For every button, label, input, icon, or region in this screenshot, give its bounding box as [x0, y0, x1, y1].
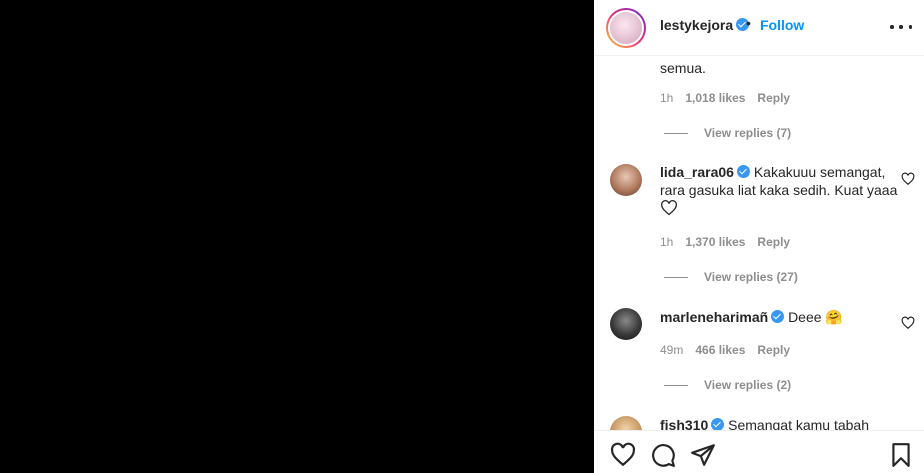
comment-text: Deee [788, 309, 822, 325]
post-header: lestykejora • Follow [594, 0, 924, 56]
action-bar [594, 430, 924, 473]
view-replies-button[interactable]: View replies (27) [664, 270, 798, 284]
comment-meta: 1h 1,018 likes Reply [660, 91, 790, 105]
verified-badge-icon [736, 165, 750, 178]
commenter-username[interactable]: lida_rara06 [660, 164, 734, 180]
comments-list[interactable]: semua. 1h 1,018 likes Reply View replies… [594, 57, 924, 430]
reply-button[interactable]: Reply [757, 91, 790, 105]
reply-button[interactable]: Reply [757, 343, 790, 357]
view-replies-label: View replies (27) [704, 270, 798, 284]
comment-text: semua. [660, 60, 706, 76]
post-sidebar: lestykejora • Follow semua. 1h 1,018 lik… [594, 0, 924, 473]
comment-body: marleneharimañ Deee 🤗 [660, 308, 900, 326]
reply-button[interactable]: Reply [757, 235, 790, 249]
view-replies-button[interactable]: View replies (2) [664, 378, 791, 392]
view-replies-label: View replies (2) [704, 378, 792, 392]
like-comment-heart-icon[interactable] [901, 316, 915, 330]
comment-likes[interactable]: 1,370 likes [685, 235, 745, 249]
view-replies-button[interactable]: View replies (7) [664, 126, 791, 140]
hugging-face-emoji-icon: 🤗 [825, 309, 843, 325]
comment-likes[interactable]: 466 likes [695, 343, 745, 357]
comment-body: fish310 Semangat kamu tabah [660, 416, 920, 430]
commenter-username[interactable]: fish310 [660, 417, 708, 430]
comment-meta: 49m 466 likes Reply [660, 343, 790, 357]
save-bookmark-icon[interactable] [888, 442, 914, 468]
verified-badge-icon [771, 310, 785, 323]
view-replies-line [664, 132, 688, 134]
commenter-avatar[interactable] [610, 164, 642, 196]
like-comment-heart-icon[interactable] [901, 172, 915, 186]
more-options-icon[interactable] [890, 16, 912, 38]
post-media-area[interactable] [0, 0, 594, 473]
share-send-icon[interactable] [690, 442, 716, 468]
comment-bubble-icon[interactable] [650, 442, 676, 468]
comment-time: 1h [660, 91, 674, 105]
heart-emoji-icon [661, 200, 677, 216]
view-replies-label: View replies (7) [704, 126, 792, 140]
view-replies-line [664, 276, 688, 278]
separator-dot: • [746, 15, 751, 31]
comment-body: lida_rara06 Kakakuuu semangat, rara gasu… [660, 163, 900, 217]
view-replies-line [664, 384, 688, 386]
author-username[interactable]: lestykejora [660, 17, 750, 33]
comment-likes[interactable]: 1,018 likes [685, 91, 745, 105]
comment-time: 1h [660, 235, 674, 249]
like-heart-icon[interactable] [610, 442, 636, 468]
comment-text: Semangat kamu tabah [728, 417, 870, 430]
commenter-avatar[interactable] [610, 308, 642, 340]
author-avatar[interactable] [606, 8, 646, 48]
verified-badge-icon [711, 418, 725, 430]
comment-time: 49m [660, 343, 684, 357]
commenter-username[interactable]: marleneharimañ [660, 309, 768, 325]
comment-meta: 1h 1,370 likes Reply [660, 235, 790, 249]
commenter-avatar[interactable] [610, 416, 642, 430]
follow-button[interactable]: Follow [760, 17, 804, 33]
